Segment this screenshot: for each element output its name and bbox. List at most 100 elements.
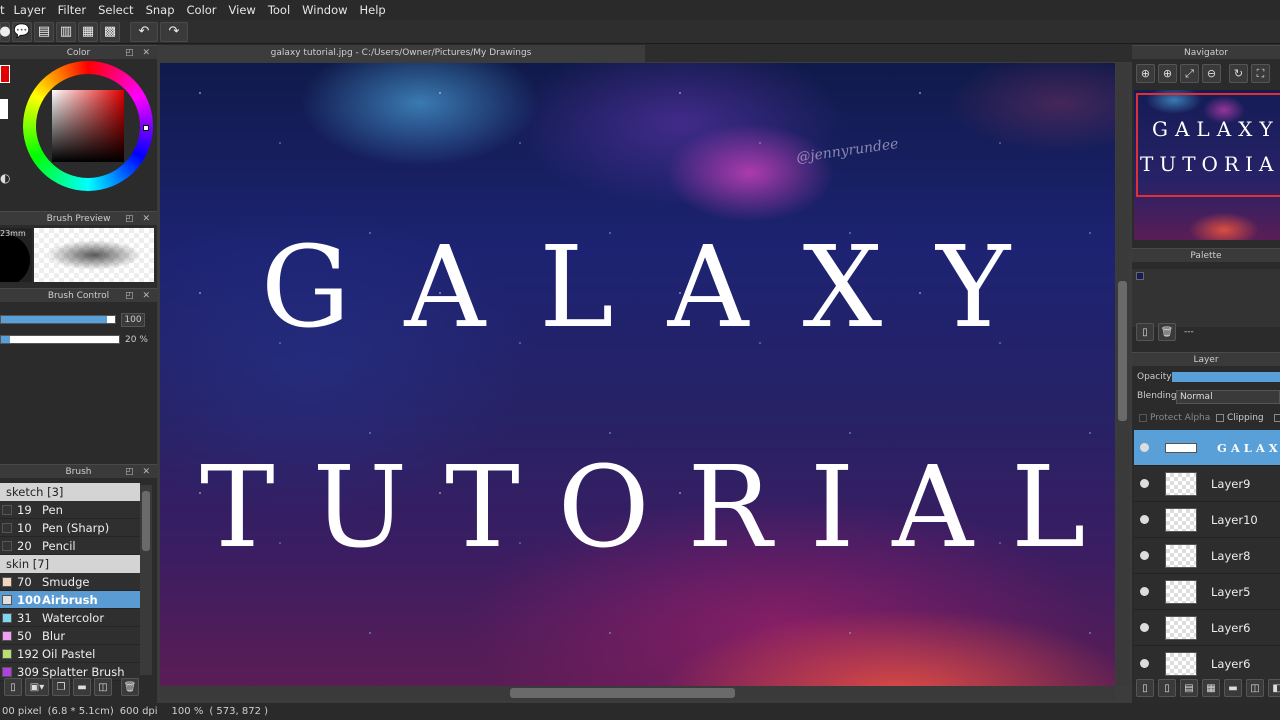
fit-window-icon[interactable]: ⤢ [1180, 64, 1199, 83]
brush-item[interactable]: 50 Blur [0, 627, 140, 645]
visibility-eye-icon[interactable] [1140, 479, 1149, 488]
protect-alpha-toggle[interactable]: Protect Alpha [1139, 413, 1210, 423]
palette-swatches[interactable] [1132, 269, 1280, 327]
zoom-in-icon[interactable]: ⊕ [1136, 64, 1155, 83]
brush-item[interactable]: 10 Pen (Sharp) [0, 519, 140, 537]
menu-snap[interactable]: Snap [140, 0, 181, 20]
brush-list-scrollbar[interactable] [140, 485, 152, 675]
menu-layer[interactable]: Layer [8, 0, 52, 20]
color-wheel[interactable] [23, 61, 153, 191]
trash-icon[interactable]: 🗑 [121, 678, 139, 696]
menu-window[interactable]: Window [296, 0, 353, 20]
canvas-horizontal-scrollbar[interactable] [160, 686, 1115, 700]
extra-checkbox[interactable] [1274, 413, 1280, 423]
checkbox[interactable] [1274, 413, 1280, 422]
new-brush-icon[interactable]: ▯ [4, 678, 22, 696]
document-tab[interactable]: galaxy tutorial.jpg - C:/Users/Owner/Pic… [157, 45, 645, 62]
horizontal-scroll-thumb[interactable] [510, 688, 735, 698]
menu-view[interactable]: View [223, 0, 262, 20]
brush-item[interactable]: 20 Pencil [0, 537, 140, 555]
speech-bubble-icon[interactable]: 💬 [12, 21, 32, 42]
visibility-eye-icon[interactable] [1140, 659, 1149, 668]
new-pattern-layer-icon[interactable]: ▦ [1202, 679, 1220, 697]
menu-item-partial[interactable]: t [0, 0, 8, 20]
panel-controls[interactable]: ◰ ✕ [125, 465, 153, 479]
menu-tool[interactable]: Tool [262, 0, 296, 20]
saturation-value-square[interactable] [52, 90, 124, 162]
folder-icon[interactable]: ▬ [73, 678, 91, 696]
navigator-preview[interactable]: GALAXY TUTORIAL [1134, 90, 1280, 240]
layer-row[interactable]: Layer9 [1134, 466, 1280, 502]
layer-row[interactable]: Layer10 [1134, 502, 1280, 538]
brush-density-value[interactable]: 20 % [125, 335, 148, 345]
hue-cursor[interactable] [143, 125, 149, 131]
foreground-color-swatch[interactable] [0, 65, 10, 83]
brush-item[interactable]: 70 Smudge [0, 573, 140, 591]
message-icon[interactable]: ▤ [34, 21, 54, 42]
comment-icon[interactable]: ● [0, 21, 11, 42]
clipping-checkbox[interactable] [1216, 413, 1224, 422]
panel-controls[interactable]: ◰ ✕ [125, 212, 153, 226]
menu-color[interactable]: Color [181, 0, 223, 20]
visibility-eye-icon[interactable] [1140, 587, 1149, 596]
menu-help[interactable]: Help [354, 0, 392, 20]
layer-row[interactable]: Layer6 [1134, 610, 1280, 646]
protect-alpha-checkbox[interactable] [1139, 413, 1147, 422]
brush-density-slider[interactable] [0, 335, 120, 344]
new-linework-layer-icon[interactable]: ▤ [1180, 679, 1198, 697]
layer-row[interactable]: Layer6 [1134, 646, 1280, 682]
delete-swatch-icon[interactable]: 🗑 [1158, 323, 1176, 341]
brush-list-scroll-thumb[interactable] [142, 491, 150, 551]
redo-icon[interactable]: ↷ [160, 21, 188, 42]
menu-filter[interactable]: Filter [52, 0, 92, 20]
layer-row-selected[interactable]: GALAXY [1134, 430, 1280, 466]
palette-swatch[interactable] [1136, 272, 1144, 280]
drawing-canvas[interactable]: @jennyrundee GALAXY TUTORIAL [160, 63, 1115, 686]
brush-item[interactable]: 31 Watercolor [0, 609, 140, 627]
rotate-icon[interactable]: ↻ [1229, 64, 1248, 83]
brush-item[interactable]: 192 Oil Pastel [0, 645, 140, 663]
new-folder-icon[interactable]: ▬ [1224, 679, 1242, 697]
brush-item-selected[interactable]: 100Airbrush [0, 591, 140, 609]
brush-size-slider[interactable] [0, 315, 116, 324]
brush-group-header[interactable]: skin [7] [0, 555, 140, 573]
merge-layer-icon[interactable]: ◧ [1268, 679, 1280, 697]
vertical-scroll-thumb[interactable] [1118, 281, 1127, 421]
brush-options-icon[interactable]: ▣▾ [25, 678, 49, 696]
new-layer-alt-icon[interactable]: ▯ [1158, 679, 1176, 697]
panel-controls[interactable]: ◰ ✕ [125, 46, 153, 60]
grid-icon[interactable]: ▩ [100, 21, 120, 42]
menu-select[interactable]: Select [92, 0, 139, 20]
palette-value: --- [1184, 327, 1194, 337]
copy-layer-icon[interactable]: ◫ [1246, 679, 1264, 697]
copy-brush-icon[interactable]: ❐ [52, 678, 70, 696]
brush-size-value[interactable]: 100 [121, 313, 145, 327]
document-icon[interactable]: ▥ [56, 21, 76, 42]
visibility-eye-icon[interactable] [1140, 551, 1149, 560]
clipping-toggle[interactable]: Clipping [1216, 413, 1264, 423]
fullscreen-icon[interactable]: ⛶ [1251, 64, 1270, 83]
visibility-eye-icon[interactable] [1140, 515, 1149, 524]
layer-row[interactable]: Layer8 [1134, 538, 1280, 574]
zoom-out-icon[interactable]: ⊖ [1202, 64, 1221, 83]
visibility-eye-icon[interactable] [1140, 443, 1149, 452]
star-field [160, 63, 1115, 686]
brush-item[interactable]: 19 Pen [0, 501, 140, 519]
new-swatch-icon[interactable]: ▯ [1136, 323, 1154, 341]
blending-select[interactable]: Normal [1176, 390, 1280, 404]
opacity-slider[interactable] [1172, 372, 1280, 382]
palette-icon[interactable]: ◐ [0, 171, 10, 185]
canvas-vertical-scrollbar[interactable] [1116, 63, 1129, 686]
background-color-swatch[interactable] [0, 99, 8, 119]
new-layer-icon[interactable]: ▯ [1136, 679, 1154, 697]
navigator-view-frame[interactable] [1136, 93, 1280, 197]
undo-icon[interactable]: ↶ [130, 21, 158, 42]
layer-row[interactable]: Layer5 [1134, 574, 1280, 610]
panel-controls[interactable]: ◰ ✕ [125, 289, 153, 303]
grid-list-icon[interactable]: ▦ [78, 21, 98, 42]
brush-group-header[interactable]: sketch [3] [0, 483, 140, 501]
tool-bar: ● 💬 ▤ ▥ ▦ ▩ ↶ ↷ [0, 20, 1280, 44]
zoom-in-alt-icon[interactable]: ⊕ [1158, 64, 1177, 83]
duplicate-icon[interactable]: ◫ [94, 678, 112, 696]
visibility-eye-icon[interactable] [1140, 623, 1149, 632]
